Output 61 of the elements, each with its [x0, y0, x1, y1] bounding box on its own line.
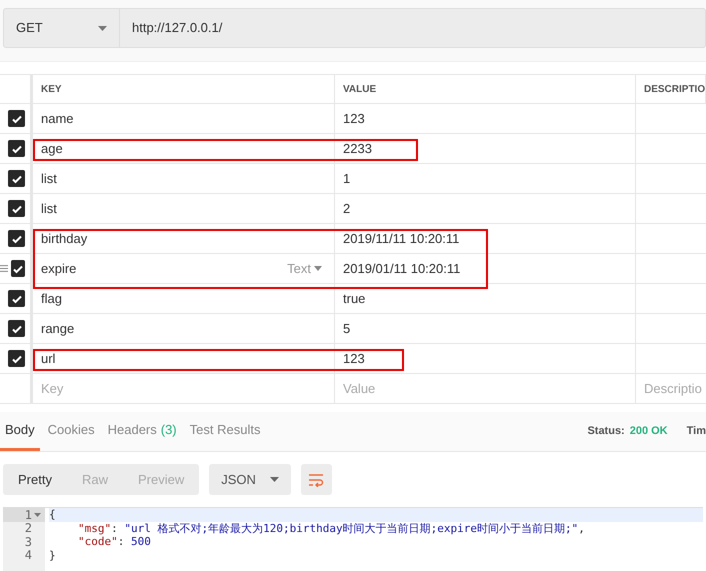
checkbox[interactable] — [8, 140, 25, 157]
description-input[interactable]: Descriptio — [644, 378, 706, 398]
code-line: } — [49, 548, 57, 562]
method-dropdown[interactable]: GET — [3, 8, 120, 48]
checkbox[interactable] — [8, 170, 25, 187]
key-cell-text: birthday — [41, 230, 88, 248]
type-dropdown[interactable]: Text — [287, 258, 322, 278]
value-cell-text: true — [343, 290, 366, 308]
value-cell-text: 2019/11/11 10:20:11 — [343, 230, 460, 248]
view-tab[interactable]: Pretty — [3, 464, 67, 495]
checkbox[interactable] — [8, 290, 25, 307]
checkbox[interactable] — [11, 260, 25, 277]
key-cell-text: flag — [41, 290, 62, 308]
response-tab[interactable]: Test Results — [184, 412, 266, 451]
format-dropdown[interactable]: JSON — [209, 464, 291, 495]
key-cell-text: age — [41, 140, 63, 158]
line-number: 4 — [24, 549, 32, 562]
checkbox[interactable] — [8, 200, 25, 217]
status-value: 200 OK — [630, 424, 668, 440]
response-tab[interactable]: Body — [0, 412, 40, 451]
checkbox[interactable] — [8, 350, 25, 367]
value-cell-text: 5 — [343, 320, 350, 338]
response-tab[interactable]: Cookies — [42, 412, 100, 451]
value-cell-text: 1 — [343, 170, 350, 188]
fold-caret-icon[interactable] — [34, 512, 41, 517]
caret-icon — [270, 477, 279, 482]
value-cell-text: 2019/01/11 10:20:11 — [343, 260, 460, 278]
key-cell-text: list — [41, 200, 57, 218]
response-tab[interactable]: Headers (3) — [102, 412, 182, 451]
line-number: 3 — [24, 536, 32, 548]
key-cell-text: range — [41, 320, 74, 338]
caret-icon — [98, 26, 107, 30]
view-tab[interactable]: Preview — [122, 464, 200, 495]
value-cell-text: 123 — [343, 110, 365, 128]
wrap-lines-icon — [308, 472, 324, 486]
key-input[interactable]: Key — [41, 378, 334, 398]
column-header: VALUE — [335, 75, 636, 103]
line-number: 2 — [24, 522, 32, 534]
status-label: Status: — [587, 424, 625, 440]
value-cell-text: 2 — [343, 200, 350, 218]
caret-icon — [314, 266, 322, 271]
view-tab[interactable]: Raw — [66, 464, 123, 495]
column-header: KEY — [33, 75, 335, 103]
key-cell-text: name — [41, 110, 74, 128]
checkbox[interactable] — [8, 230, 25, 247]
value-cell-text: 2233 — [343, 140, 372, 158]
code-line: "msg": "url 格式不对;年龄最大为120;birthday时间大于当前日期;expire时间小于当前日期;", — [77, 522, 586, 535]
drag-handle-icon[interactable] — [0, 264, 8, 273]
time-label: Tim — [686, 424, 706, 440]
wrap-lines-button[interactable] — [300, 464, 332, 495]
checkbox[interactable] — [8, 110, 25, 127]
key-cell-text: url — [41, 350, 56, 368]
checkbox[interactable] — [8, 320, 25, 337]
code-line: "code": 500 — [77, 535, 152, 548]
line-number: 1 — [24, 508, 32, 521]
value-input[interactable]: Value — [343, 378, 635, 398]
key-cell-text: list — [41, 170, 57, 188]
value-cell-text: 123 — [343, 350, 365, 368]
url-field[interactable]: http://127.0.0.1/ — [120, 8, 706, 48]
column-header: DESCRIPTIO — [636, 75, 706, 103]
key-cell-text: expire — [41, 260, 76, 278]
